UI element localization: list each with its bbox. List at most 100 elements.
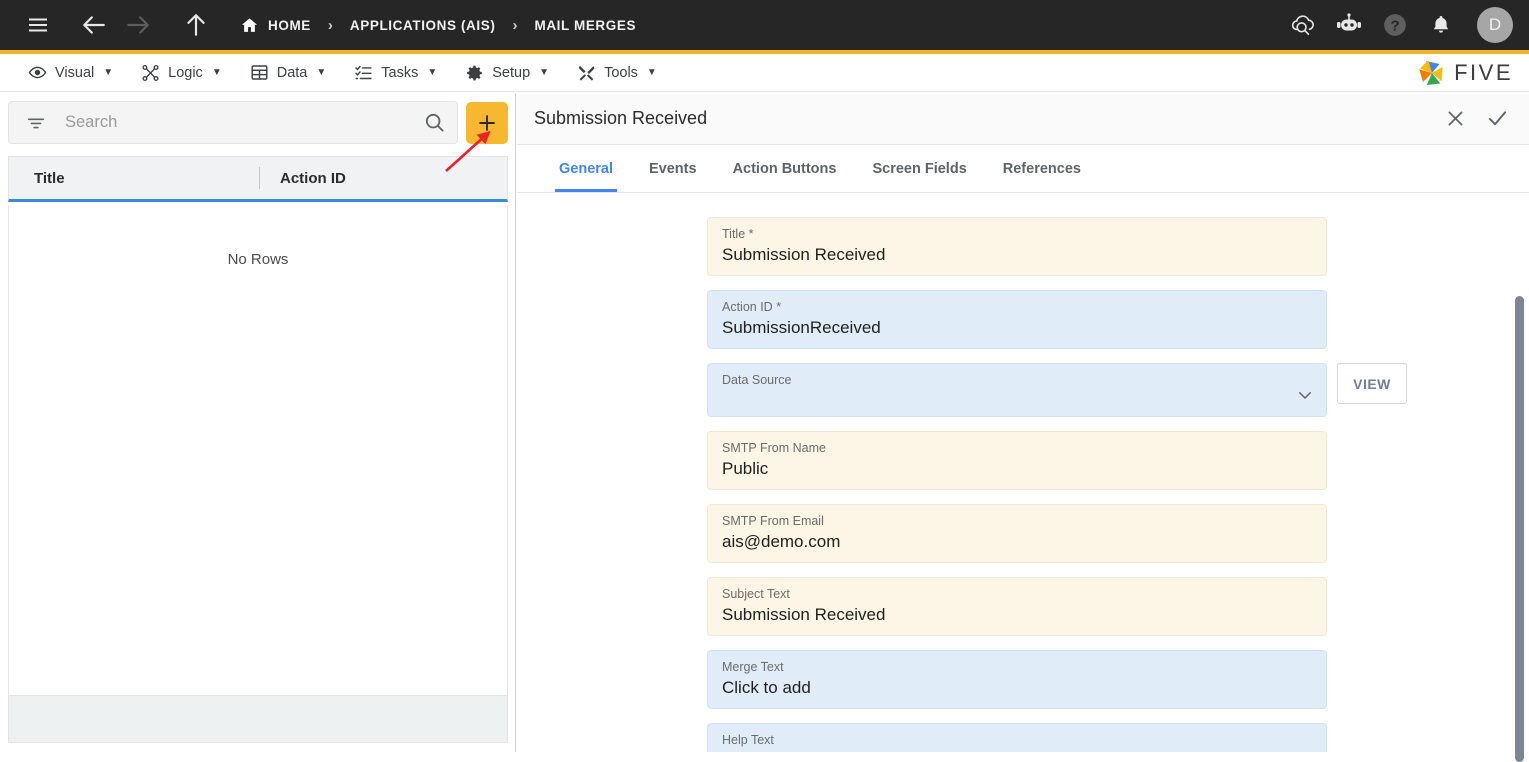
field-row-data-source: Data Source VIEW <box>707 363 1529 417</box>
avatar[interactable]: D <box>1477 7 1513 43</box>
menu-item-label: Setup <box>492 65 530 81</box>
field-label: SMTP From Name <box>722 441 1312 455</box>
filter-icon[interactable] <box>25 112 47 134</box>
field-row-action-id: Action ID * SubmissionReceived <box>707 290 1529 349</box>
five-pinwheel-icon <box>1417 58 1447 88</box>
breadcrumb-item-home[interactable]: HOME <box>236 0 315 50</box>
tab-bar: General Events Action Buttons Screen Fie… <box>517 145 1529 193</box>
field-label: Subject Text <box>722 587 1312 601</box>
field-row-smtp-from-name: SMTP From Name Public <box>707 431 1529 490</box>
cloud-check-icon[interactable] <box>1281 0 1325 50</box>
tab-screen-fields[interactable]: Screen Fields <box>854 146 984 192</box>
form-area: Title * Submission Received Action ID * … <box>517 193 1529 752</box>
field-action-id[interactable]: Action ID * SubmissionReceived <box>707 290 1327 349</box>
field-row-help-text: Help Text Click to add <box>707 723 1529 752</box>
tab-action-buttons[interactable]: Action Buttons <box>715 146 855 192</box>
tab-general[interactable]: General <box>541 146 631 192</box>
menu-item-label: Logic <box>168 65 203 81</box>
field-smtp-from-email[interactable]: SMTP From Email ais@demo.com <box>707 504 1327 563</box>
menu-item-data[interactable]: Data ▼ <box>236 54 341 92</box>
field-row-subject-text: Subject Text Submission Received <box>707 577 1529 636</box>
field-data-source[interactable]: Data Source <box>707 363 1327 417</box>
menu-item-setup[interactable]: Setup ▼ <box>451 54 563 92</box>
nodes-icon <box>141 63 160 82</box>
grid-footer <box>8 695 508 743</box>
breadcrumb-item-mail-merges[interactable]: MAIL MERGES <box>530 0 640 50</box>
robot-icon[interactable] <box>1327 0 1371 50</box>
search-box[interactable] <box>8 101 458 144</box>
field-row-smtp-from-email: SMTP From Email ais@demo.com <box>707 504 1529 563</box>
breadcrumb-separator: › <box>499 0 530 50</box>
add-button[interactable] <box>466 102 508 144</box>
column-header-title[interactable]: Title <box>9 170 259 187</box>
field-label: Help Text <box>722 733 1312 747</box>
menu-item-label: Data <box>277 65 308 81</box>
field-value: SubmissionReceived <box>722 317 1312 338</box>
field-help-text[interactable]: Help Text Click to add <box>707 723 1327 752</box>
detail-header: Submission Received <box>517 93 1529 145</box>
column-header-action-id[interactable]: Action ID <box>260 170 346 187</box>
search-icon[interactable] <box>419 108 449 138</box>
arrow-left-icon[interactable] <box>72 0 116 50</box>
detail-header-actions <box>1441 105 1529 133</box>
form-scrollbar-track[interactable] <box>1515 193 1527 752</box>
field-merge-text[interactable]: Merge Text Click to add <box>707 650 1327 709</box>
menu-item-label: Tools <box>604 65 638 81</box>
svg-text:?: ? <box>1390 17 1399 34</box>
menu-item-tasks[interactable]: Tasks ▼ <box>340 54 451 92</box>
table-icon <box>250 63 269 82</box>
chevron-down-icon: ▼ <box>539 67 549 78</box>
page-title: Submission Received <box>534 108 707 129</box>
breadcrumb-separator: › <box>315 0 346 50</box>
search-input[interactable] <box>65 113 419 132</box>
arrow-up-icon[interactable] <box>174 0 218 50</box>
breadcrumb-item-applications[interactable]: APPLICATIONS (AIS) <box>346 0 500 50</box>
field-subject-text[interactable]: Subject Text Submission Received <box>707 577 1327 636</box>
menu-item-label: Tasks <box>381 65 418 81</box>
bell-icon[interactable] <box>1419 0 1463 50</box>
tab-references[interactable]: References <box>985 146 1099 192</box>
gear-icon <box>465 63 484 82</box>
tab-events[interactable]: Events <box>631 146 715 192</box>
form-scrollbar-thumb[interactable] <box>1515 296 1524 762</box>
field-label: Data Source <box>722 373 1312 387</box>
right-panel: Submission Received General Events Actio… <box>517 93 1529 752</box>
brand-text: FIVE <box>1454 60 1513 86</box>
field-value: ais@demo.com <box>722 531 1312 552</box>
grid-header: Title Action ID <box>8 156 508 202</box>
checklist-icon <box>354 63 373 82</box>
view-button[interactable]: VIEW <box>1337 363 1407 404</box>
chevron-down-icon: ▼ <box>103 67 113 78</box>
field-value: Submission Received <box>722 244 1312 265</box>
check-icon[interactable] <box>1483 105 1511 133</box>
field-label: Action ID * <box>722 300 1312 314</box>
field-title[interactable]: Title * Submission Received <box>707 217 1327 276</box>
grid-body: No Rows <box>8 205 508 695</box>
left-panel: Title Action ID No Rows <box>0 93 516 752</box>
chevron-down-icon: ▼ <box>427 67 437 78</box>
field-smtp-from-name[interactable]: SMTP From Name Public <box>707 431 1327 490</box>
plus-icon <box>476 112 498 134</box>
field-label: Merge Text <box>722 660 1312 674</box>
help-circle-icon[interactable]: ? <box>1373 0 1417 50</box>
menu-item-visual[interactable]: Visual ▼ <box>14 54 127 92</box>
field-value: Click to add <box>722 677 1312 698</box>
chevron-down-icon[interactable] <box>1296 386 1314 409</box>
breadcrumb-label: MAIL MERGES <box>534 18 636 33</box>
empty-state-message: No Rows <box>228 251 289 695</box>
field-row-title: Title * Submission Received <box>707 217 1529 276</box>
field-row-merge-text: Merge Text Click to add <box>707 650 1529 709</box>
field-value: Submission Received <box>722 604 1312 625</box>
arrow-right-icon[interactable] <box>116 0 160 50</box>
close-icon[interactable] <box>1441 105 1469 133</box>
field-label: Title * <box>722 227 1312 241</box>
menu-item-label: Visual <box>55 65 94 81</box>
chevron-down-icon: ▼ <box>647 67 657 78</box>
menu-item-logic[interactable]: Logic ▼ <box>127 54 236 92</box>
hamburger-icon[interactable] <box>16 0 60 50</box>
breadcrumb-label: HOME <box>268 18 311 33</box>
search-toolbar <box>8 101 508 144</box>
chevron-down-icon: ▼ <box>212 67 222 78</box>
menu-item-tools[interactable]: Tools ▼ <box>563 54 671 92</box>
eye-icon <box>28 63 47 82</box>
